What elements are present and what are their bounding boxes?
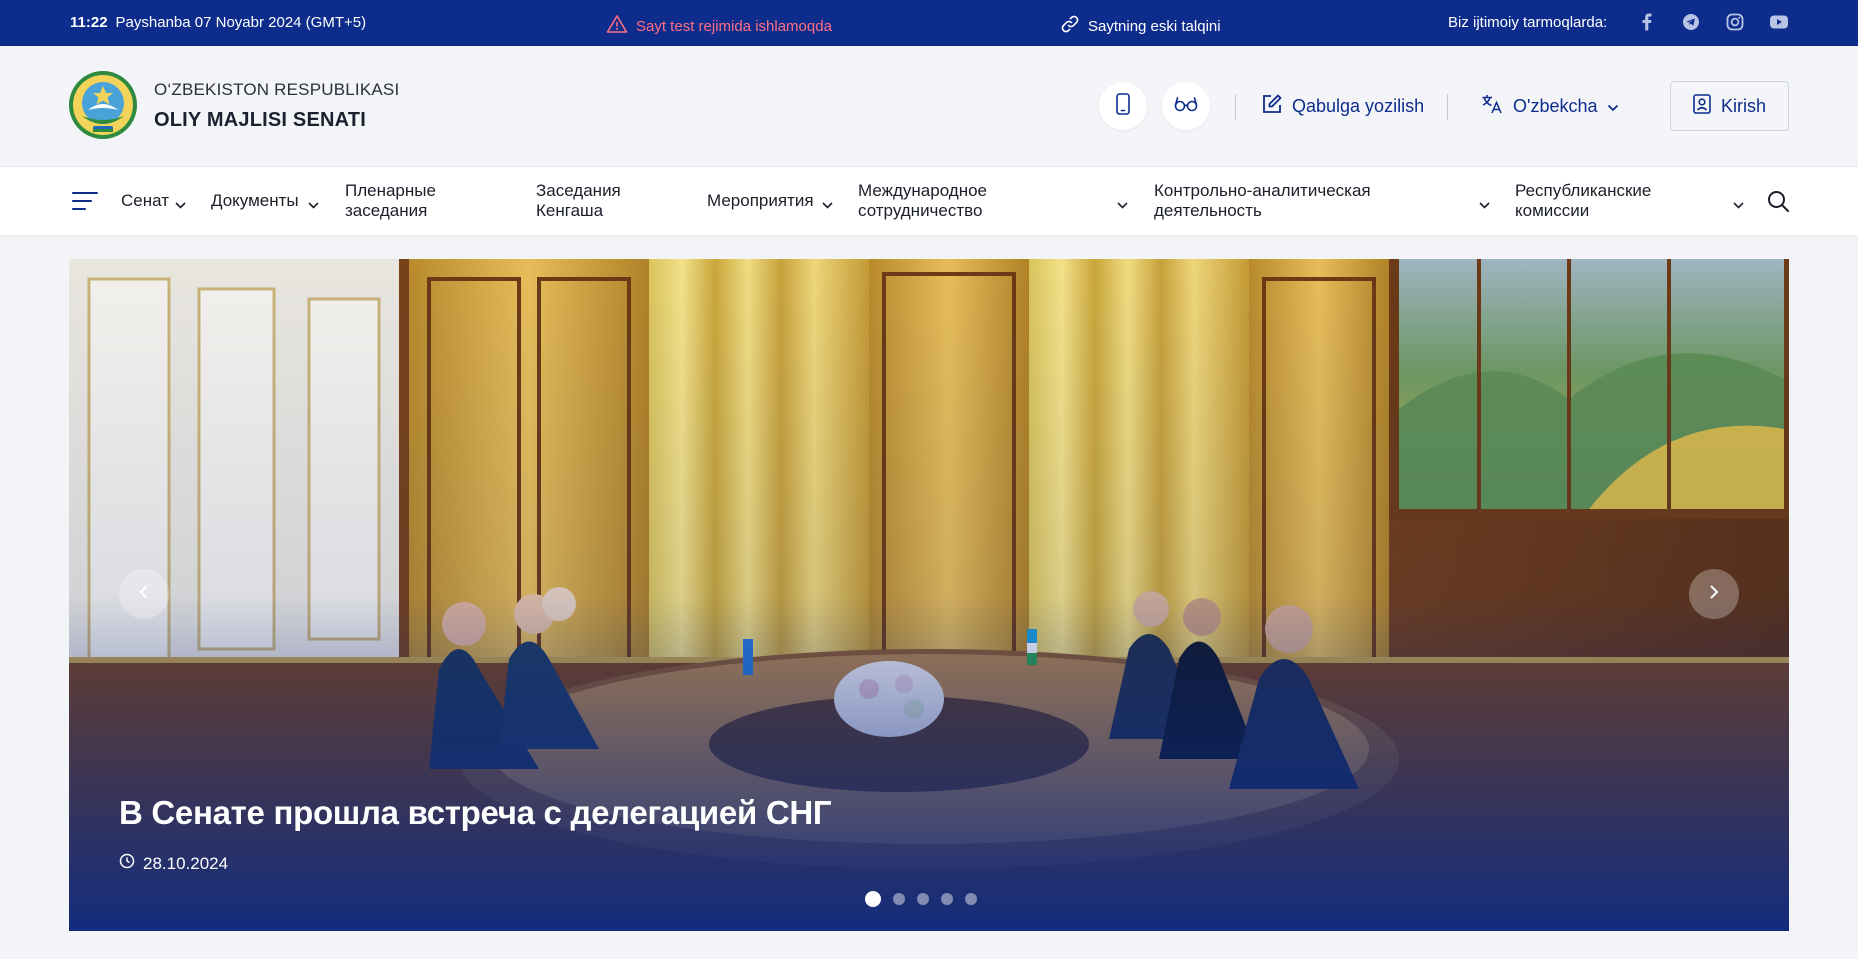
next-slide-button[interactable] [1689, 569, 1739, 619]
chevron-down-icon [1117, 196, 1128, 214]
telegram-icon[interactable] [1680, 11, 1702, 33]
hero-slider[interactable]: В Сенате прошла встреча с делегацией СНГ… [69, 259, 1789, 931]
site-header: O‘ZBEKISTON RESPUBLIKASI OLIY MAJLISI SE… [0, 46, 1858, 167]
slide-date-text: 28.10.2024 [143, 853, 229, 873]
test-mode-warning: Sayt test rejimida ishlamoqda [606, 14, 832, 38]
nav-item-plenary[interactable]: Пленарные заседания [345, 181, 465, 221]
glasses-icon [1174, 96, 1198, 117]
datetime: 11:22 Payshanba 07 Noyabr 2024 (GMT+5) [70, 14, 366, 31]
language-selector[interactable]: O'zbekcha [1481, 94, 1619, 119]
chevron-down-icon [1607, 96, 1619, 117]
current-date: Payshanba 07 Noyabr 2024 (GMT+5) [115, 14, 367, 31]
main-nav: Сенат Документы Пленарные заседания Засе… [0, 167, 1858, 235]
brand-line-1: O‘ZBEKISTON RESPUBLIKASI [154, 80, 400, 99]
nav-item-senate[interactable]: Сенат [121, 191, 169, 211]
top-bar: 11:22 Payshanba 07 Noyabr 2024 (GMT+5) Sa… [0, 0, 1858, 46]
link-icon [1060, 14, 1080, 38]
slide-dot[interactable] [865, 891, 881, 907]
old-site-link[interactable]: Saytning eski talqini [1060, 14, 1221, 38]
current-time: 11:22 [70, 14, 108, 31]
chevron-left-icon [139, 584, 149, 605]
slide-dots [865, 891, 977, 907]
nav-item-control-analytics[interactable]: Контрольно-аналитическая деятельность [1154, 181, 1394, 221]
language-label: O'zbekcha [1513, 96, 1598, 116]
phone-icon [1116, 92, 1130, 120]
login-label: Kirish [1720, 95, 1766, 116]
accessibility-button[interactable] [1162, 82, 1210, 130]
divider [1235, 94, 1236, 120]
chevron-down-icon [1479, 196, 1490, 214]
chevron-down-icon [1733, 196, 1744, 214]
nav-item-kengash[interactable]: Заседания Кенгаша [536, 181, 646, 221]
nav-item-republican-commissions[interactable]: Республиканские комиссии [1515, 181, 1705, 221]
chevron-right-icon [1709, 584, 1719, 605]
instagram-icon[interactable] [1724, 11, 1746, 33]
nav-item-events[interactable]: Мероприятия [707, 191, 814, 211]
brand-line-2: OLIY MAJLISI SENATI [154, 109, 366, 131]
nav-item-documents[interactable]: Документы [211, 191, 299, 211]
divider [1447, 94, 1448, 120]
warning-icon [606, 14, 628, 38]
warning-text: Sayt test rejimida ishlamoqda [636, 17, 832, 35]
slide-dot[interactable] [893, 893, 905, 905]
translate-icon [1481, 94, 1503, 119]
slide-title[interactable]: В Сенате прошла встреча с делегацией СНГ [119, 794, 832, 832]
chevron-down-icon [175, 196, 186, 214]
nav-item-international[interactable]: Международное сотрудничество [858, 181, 1028, 221]
slide-dot[interactable] [965, 893, 977, 905]
prev-slide-button[interactable] [119, 569, 169, 619]
edit-icon [1262, 94, 1282, 119]
youtube-icon[interactable] [1768, 11, 1790, 33]
clock-icon [119, 853, 135, 874]
search-icon[interactable] [1766, 189, 1790, 218]
chevron-down-icon [308, 196, 319, 214]
mobile-version-button[interactable] [1099, 82, 1147, 130]
appointment-link[interactable]: Qabulga yozilish [1262, 94, 1424, 119]
old-site-label: Saytning eski talqini [1088, 17, 1221, 35]
slide-date: 28.10.2024 [119, 853, 228, 874]
slide-dot[interactable] [917, 893, 929, 905]
social-label: Biz ijtimoiy tarmoqlarda: [1448, 14, 1608, 31]
emblem-logo[interactable] [68, 70, 138, 140]
facebook-icon[interactable] [1636, 11, 1658, 33]
menu-icon[interactable] [72, 190, 98, 217]
social-links [1636, 11, 1790, 33]
chevron-down-icon [822, 196, 833, 214]
user-badge-icon [1693, 93, 1711, 119]
login-button[interactable]: Kirish [1670, 81, 1789, 131]
slide-dot[interactable] [941, 893, 953, 905]
appointment-label: Qabulga yozilish [1292, 96, 1425, 116]
